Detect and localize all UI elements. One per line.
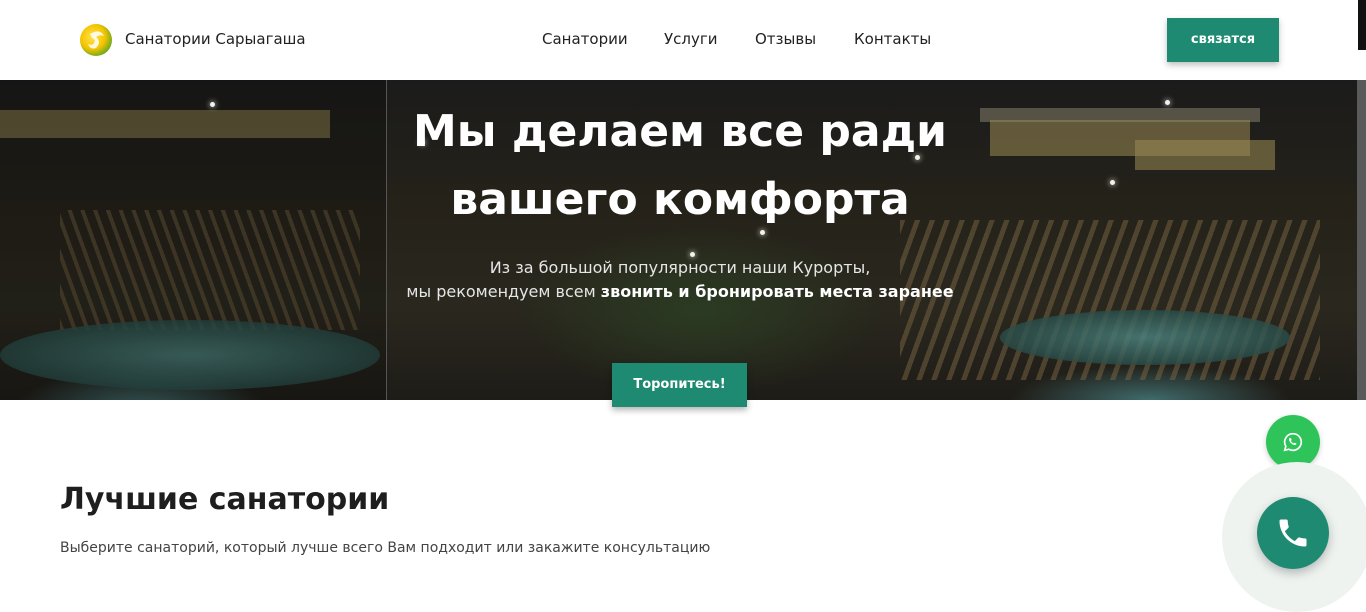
brand-name[interactable]: Санатории Сарыагаша [125,30,306,48]
contact-button[interactable]: связатся [1167,18,1279,62]
hero-photo-panel [0,80,387,400]
nav-services[interactable]: Услуги [664,30,717,48]
whatsapp-button[interactable] [1266,415,1320,469]
phone-icon [1279,519,1307,547]
nav-contacts[interactable]: Контакты [854,30,931,48]
whatsapp-icon [1283,432,1303,452]
hero-photo-pool [1000,310,1290,365]
scrollbar-top [1358,0,1366,50]
hero-photo-lamp [210,102,215,107]
hero-title-line2: вашего комфорта [450,174,910,225]
scrollbar-track [1357,80,1366,400]
section-subtitle: Выберите санаторий, который лучше всего … [60,540,711,556]
hero-subtitle-prefix: мы рекомендуем всем [406,282,601,301]
hero-subtitle-emphasis: звонить и бронировать места заранее [600,282,954,301]
hero-photo-lamp [1110,180,1115,185]
nav-reviews[interactable]: Отзывы [755,30,816,48]
hero-photo-lamp [690,252,695,257]
hurry-button[interactable]: Торопитесь! [612,363,747,407]
hero-photo-building [1135,140,1275,170]
sanatorium-logo-icon[interactable] [80,24,112,56]
site-header: Санатории Сарыагаша Санатории Услуги Отз… [0,0,1366,80]
hero-title: Мы делаем все ради вашего комфорта [380,98,980,234]
hero-subtitle-line1: Из за большой популярности наши Курорты, [489,258,871,277]
hero-title-line1: Мы делаем все ради [413,106,947,157]
hero-subtitle-line2: мы рекомендуем всем звонить и бронироват… [380,282,980,301]
call-button[interactable] [1257,497,1329,569]
hero-photo-lamp [1165,100,1170,105]
nav-sanatoriums[interactable]: Санатории [542,30,628,48]
hero-banner: Мы делаем все ради вашего комфорта Из за… [0,80,1357,400]
section-title: Лучшие санатории [60,482,390,517]
